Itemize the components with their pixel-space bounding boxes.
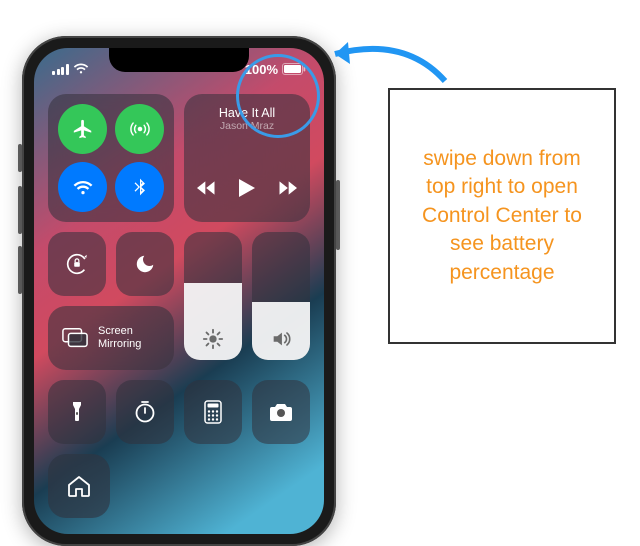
mirror-label: Screen Mirroring (98, 325, 141, 351)
lock-dnd-row (48, 232, 174, 296)
status-right: 100% (245, 62, 306, 77)
instruction-text: swipe down from top right to open Contro… (408, 145, 596, 287)
brightness-slider[interactable] (184, 232, 242, 360)
wifi-icon (73, 63, 89, 75)
notch (109, 48, 249, 72)
connectivity-tile[interactable] (48, 94, 174, 222)
phone-frame: 100% (22, 36, 336, 546)
battery-icon (282, 63, 306, 75)
airplane-mode-button[interactable] (58, 104, 107, 154)
media-artist: Jason Mraz (194, 120, 300, 132)
cellular-data-button[interactable] (115, 104, 164, 154)
orientation-lock-button[interactable] (48, 232, 106, 296)
do-not-disturb-button[interactable] (116, 232, 174, 296)
calculator-button[interactable] (184, 380, 242, 444)
battery-percent: 100% (245, 62, 278, 77)
sliders (184, 232, 310, 360)
cellular-icon (52, 64, 69, 75)
status-left (52, 63, 89, 75)
screen: 100% (34, 48, 324, 534)
rewind-button[interactable] (197, 181, 217, 200)
bluetooth-button[interactable] (115, 162, 164, 212)
screen-mirroring-button[interactable]: Screen Mirroring (48, 306, 174, 370)
home-button[interactable] (48, 454, 110, 518)
screen-mirroring-icon (62, 327, 88, 349)
control-center[interactable]: Have It All Jason Mraz (34, 94, 324, 518)
instruction-callout: swipe down from top right to open Contro… (388, 88, 616, 344)
tools-row-left (48, 380, 174, 444)
play-button[interactable] (239, 179, 255, 202)
media-controls (194, 179, 300, 202)
media-info: Have It All Jason Mraz (194, 106, 300, 132)
media-title: Have It All (194, 106, 300, 120)
timer-button[interactable] (116, 380, 174, 444)
tools-row-right (184, 380, 310, 444)
flashlight-button[interactable] (48, 380, 106, 444)
phone-power-button (336, 180, 340, 250)
forward-button[interactable] (277, 181, 297, 200)
media-tile[interactable]: Have It All Jason Mraz (184, 94, 310, 222)
wifi-button[interactable] (58, 162, 107, 212)
camera-button[interactable] (252, 380, 310, 444)
volume-slider[interactable] (252, 232, 310, 360)
